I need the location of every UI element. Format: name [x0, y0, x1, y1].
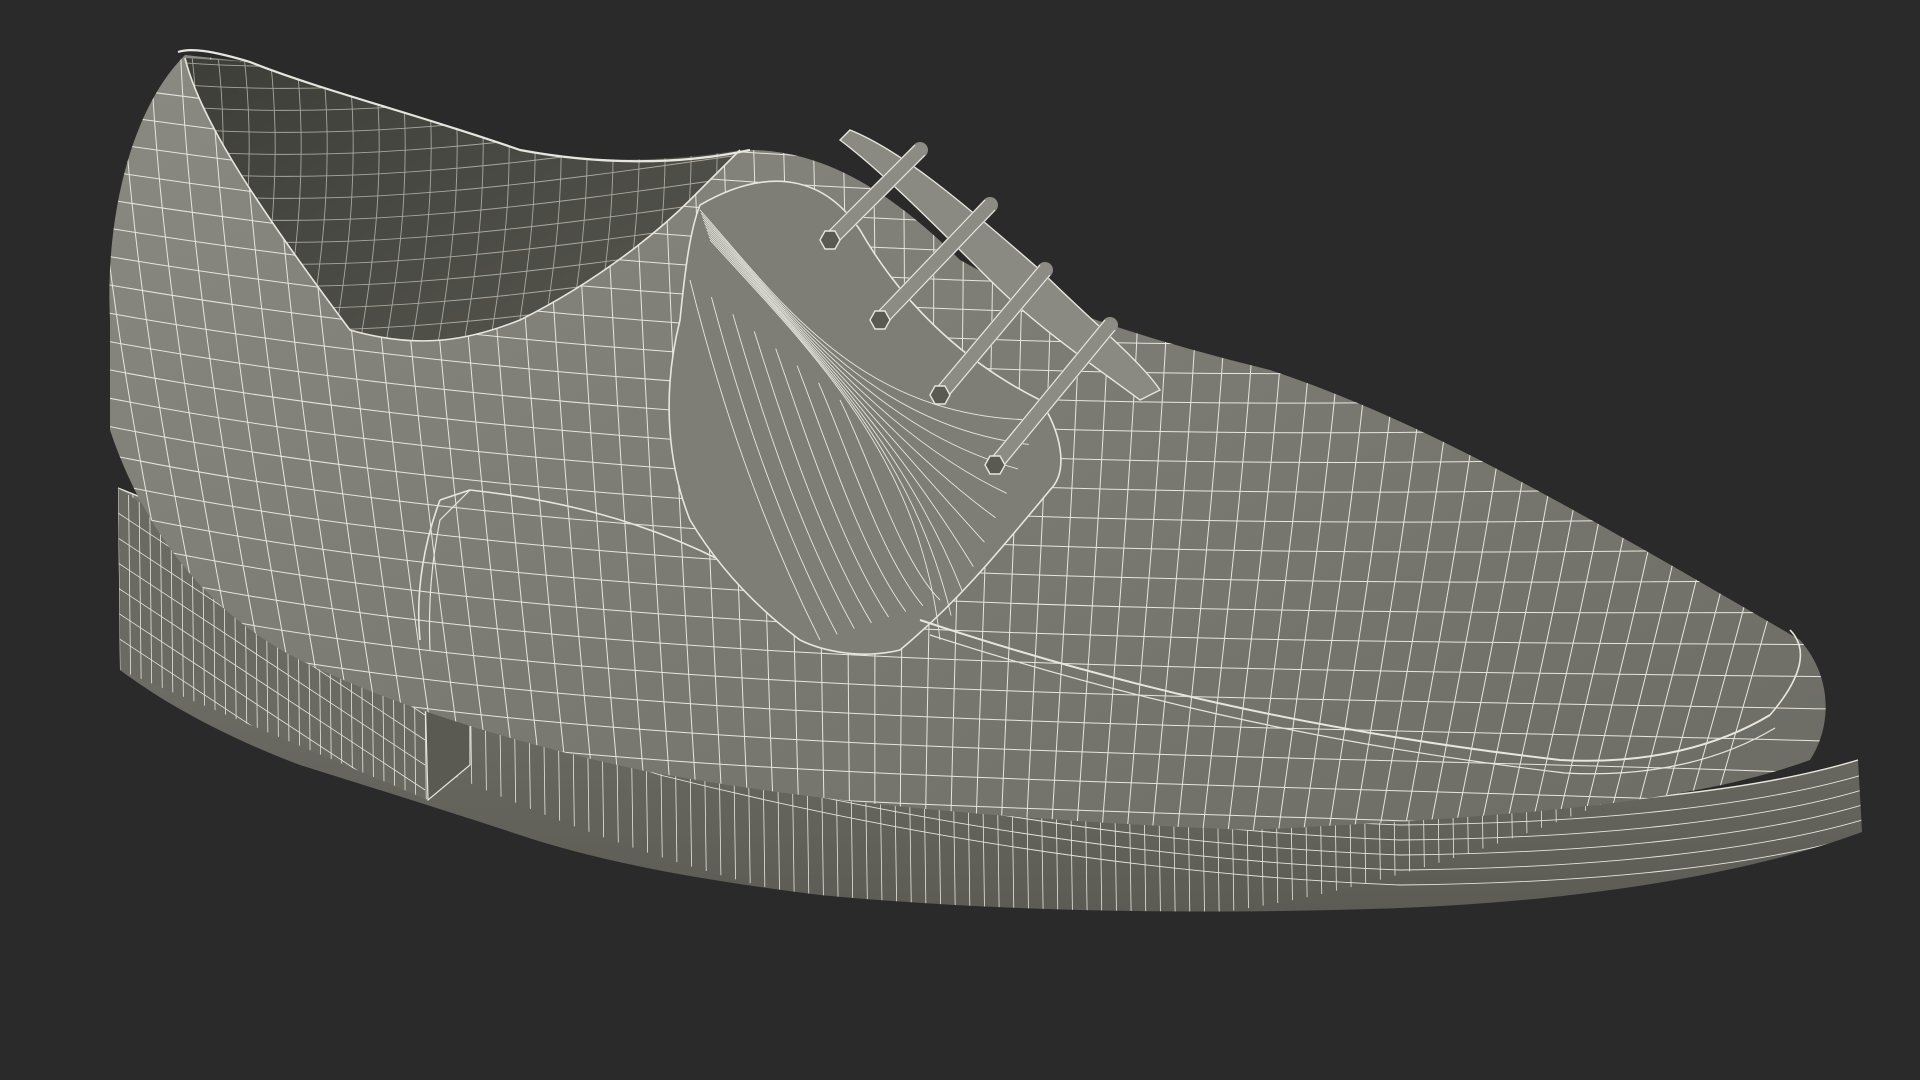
eyelet	[819, 230, 841, 250]
viewport	[0, 0, 1920, 1080]
eyelet	[869, 310, 891, 330]
eyelet	[984, 455, 1006, 475]
eyelet	[929, 385, 951, 405]
shoe-render	[0, 0, 1920, 1080]
